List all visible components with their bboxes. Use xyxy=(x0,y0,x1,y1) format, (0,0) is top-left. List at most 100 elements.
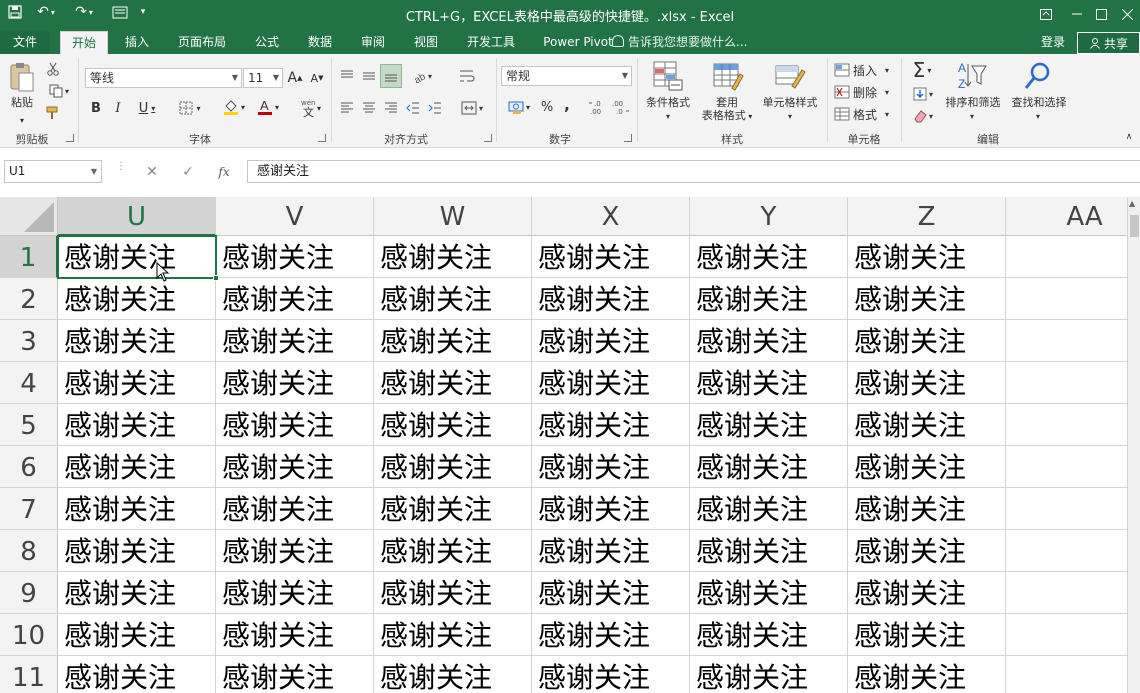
cell-u3[interactable]: 感谢关注 xyxy=(58,320,216,362)
cell-v4[interactable]: 感谢关注 xyxy=(216,362,374,404)
cell-v6[interactable]: 感谢关注 xyxy=(216,446,374,488)
find-select-dropdown-icon[interactable]: ▾ xyxy=(1030,111,1046,121)
paste-dropdown-icon[interactable]: ▾ xyxy=(10,114,34,126)
cell-z4[interactable]: 感谢关注 xyxy=(848,362,1006,404)
cell-u11[interactable]: 感谢关注 xyxy=(58,656,216,693)
cell-w3[interactable]: 感谢关注 xyxy=(374,320,532,362)
cell-y10[interactable]: 感谢关注 xyxy=(690,614,848,656)
format-as-table-label[interactable]: 套用 表格格式 ▾ xyxy=(697,96,757,123)
cell-styles-icon[interactable] xyxy=(774,60,806,92)
cell-aa7[interactable] xyxy=(1006,488,1127,530)
cancel-icon[interactable]: ✕ xyxy=(142,162,162,182)
tab-view[interactable]: 视图 xyxy=(402,31,450,54)
cell-z7[interactable]: 感谢关注 xyxy=(848,488,1006,530)
fill-icon[interactable]: ▾ xyxy=(908,84,938,104)
number-format-select[interactable]: 常规 ▼ xyxy=(501,66,632,86)
accounting-format-icon[interactable]: ▾ xyxy=(502,96,536,118)
cell-w8[interactable]: 感谢关注 xyxy=(374,530,532,572)
cell-x4[interactable]: 感谢关注 xyxy=(532,362,690,404)
align-bottom-icon[interactable] xyxy=(380,64,402,88)
increase-decimal-icon[interactable]: .0.00 xyxy=(588,96,608,118)
tab-data[interactable]: 数据 xyxy=(296,31,344,54)
paste-icon[interactable] xyxy=(6,60,38,94)
tab-file[interactable]: 文件 xyxy=(0,31,50,54)
cell-x8[interactable]: 感谢关注 xyxy=(532,530,690,572)
phonetic-icon[interactable]: wén 文 ▾ xyxy=(294,96,326,120)
select-all-button[interactable] xyxy=(0,197,58,236)
cell-y6[interactable]: 感谢关注 xyxy=(690,446,848,488)
cell-u5[interactable]: 感谢关注 xyxy=(58,404,216,446)
row-header-9[interactable]: 9 xyxy=(0,572,58,614)
insert-cells-button[interactable]: 插入 ▾ xyxy=(834,60,896,80)
cell-v1[interactable]: 感谢关注 xyxy=(216,236,374,278)
row-header-7[interactable]: 7 xyxy=(0,488,58,530)
percent-icon[interactable]: % xyxy=(538,96,556,118)
conditional-formatting-label[interactable]: 条件格式 xyxy=(640,96,696,109)
cell-w7[interactable]: 感谢关注 xyxy=(374,488,532,530)
cell-u4[interactable]: 感谢关注 xyxy=(58,362,216,404)
cell-y8[interactable]: 感谢关注 xyxy=(690,530,848,572)
cell-z5[interactable]: 感谢关注 xyxy=(848,404,1006,446)
format-painter-icon[interactable] xyxy=(44,104,62,122)
column-header-z[interactable]: Z xyxy=(848,197,1006,236)
paste-label[interactable]: 粘贴 xyxy=(6,96,38,109)
align-left-icon[interactable] xyxy=(338,98,356,118)
italic-icon[interactable]: I xyxy=(110,98,126,118)
merge-center-icon[interactable]: ▾ xyxy=(456,98,488,118)
delete-cells-button[interactable]: 删除 ▾ xyxy=(834,82,896,102)
find-select-label[interactable]: 查找和选择 xyxy=(1006,96,1072,109)
column-header-w[interactable]: W xyxy=(374,197,532,236)
name-box[interactable]: U1 ▼ xyxy=(4,160,102,183)
cell-y1[interactable]: 感谢关注 xyxy=(690,236,848,278)
cell-w2[interactable]: 感谢关注 xyxy=(374,278,532,320)
cell-w1[interactable]: 感谢关注 xyxy=(374,236,532,278)
borders-icon[interactable]: ▾ xyxy=(174,98,206,118)
cell-v9[interactable]: 感谢关注 xyxy=(216,572,374,614)
bold-icon[interactable]: B xyxy=(88,98,104,118)
column-header-aa[interactable]: AA xyxy=(1006,197,1127,236)
scroll-thumb[interactable] xyxy=(1130,215,1139,237)
cell-x5[interactable]: 感谢关注 xyxy=(532,404,690,446)
cell-w4[interactable]: 感谢关注 xyxy=(374,362,532,404)
tab-insert[interactable]: 插入 xyxy=(113,31,161,54)
row-header-2[interactable]: 2 xyxy=(0,278,58,320)
cell-y7[interactable]: 感谢关注 xyxy=(690,488,848,530)
format-as-table-icon[interactable] xyxy=(712,60,744,92)
font-color-icon[interactable]: A ▾ xyxy=(252,94,284,120)
font-launcher-icon[interactable] xyxy=(318,134,326,142)
cell-y11[interactable]: 感谢关注 xyxy=(690,656,848,693)
sort-filter-icon[interactable]: AZ xyxy=(956,60,988,92)
cell-y4[interactable]: 感谢关注 xyxy=(690,362,848,404)
copy-icon[interactable]: ▾ xyxy=(44,82,74,100)
increase-font-icon[interactable]: A ▲ xyxy=(287,68,303,88)
tab-formulas[interactable]: 公式 xyxy=(243,31,291,54)
font-size-select[interactable]: 11 ▼ xyxy=(243,68,283,88)
wrap-text-icon[interactable] xyxy=(456,66,478,86)
cell-x3[interactable]: 感谢关注 xyxy=(532,320,690,362)
cell-aa8[interactable] xyxy=(1006,530,1127,572)
close-icon[interactable] xyxy=(1104,0,1140,28)
column-header-u[interactable]: U xyxy=(58,197,216,236)
comma-style-icon[interactable]: , xyxy=(560,94,574,116)
cell-z9[interactable]: 感谢关注 xyxy=(848,572,1006,614)
conditional-dropdown-icon[interactable]: ▾ xyxy=(660,111,676,121)
tab-home[interactable]: 开始 xyxy=(60,31,108,54)
row-header-6[interactable]: 6 xyxy=(0,446,58,488)
tab-page-layout[interactable]: 页面布局 xyxy=(170,31,234,54)
row-header-8[interactable]: 8 xyxy=(0,530,58,572)
cell-x10[interactable]: 感谢关注 xyxy=(532,614,690,656)
cell-w10[interactable]: 感谢关注 xyxy=(374,614,532,656)
cell-y2[interactable]: 感谢关注 xyxy=(690,278,848,320)
clipboard-launcher-icon[interactable] xyxy=(66,134,74,142)
row-header-10[interactable]: 10 xyxy=(0,614,58,656)
share-button[interactable]: 共享 xyxy=(1077,32,1140,54)
name-box-splitter[interactable]: ⋮ xyxy=(116,162,126,180)
underline-icon[interactable]: U ▾ xyxy=(132,98,162,118)
align-top-icon[interactable] xyxy=(338,66,356,86)
cell-aa5[interactable] xyxy=(1006,404,1127,446)
fill-color-icon[interactable]: ▾ xyxy=(218,94,250,120)
row-header-4[interactable]: 4 xyxy=(0,362,58,404)
decrease-indent-icon[interactable] xyxy=(404,98,422,118)
cell-x6[interactable]: 感谢关注 xyxy=(532,446,690,488)
cell-v2[interactable]: 感谢关注 xyxy=(216,278,374,320)
